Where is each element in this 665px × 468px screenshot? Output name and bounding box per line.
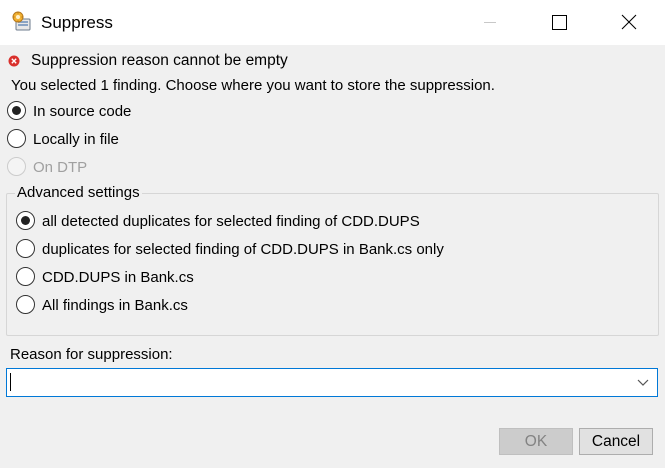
chevron-down-icon[interactable]	[636, 375, 650, 389]
window-title: Suppress	[41, 13, 113, 32]
radio-duplicates-in-bank-only[interactable]	[16, 239, 35, 258]
text-cursor	[10, 373, 11, 391]
radio-label-on-dtp: On DTP	[33, 159, 88, 176]
radio-all-detected-duplicates[interactable]	[16, 211, 35, 230]
title-bar: Suppress	[0, 0, 665, 45]
radio-all-findings-in-bank[interactable]	[16, 295, 35, 314]
minimize-icon	[484, 22, 496, 23]
maximize-icon	[552, 15, 567, 30]
close-button[interactable]	[606, 0, 652, 45]
reason-label: Reason for suppression:	[10, 346, 173, 363]
radio-on-dtp	[7, 157, 26, 176]
ok-button[interactable]: OK	[499, 428, 573, 455]
close-icon	[621, 14, 637, 30]
radio-label-cdd-dups-in-bank[interactable]: CDD.DUPS in Bank.cs	[42, 269, 194, 286]
radio-label-in-source-code[interactable]: In source code	[33, 103, 131, 120]
cancel-button[interactable]: Cancel	[579, 428, 653, 455]
suppress-app-icon	[11, 11, 33, 33]
radio-label-all-findings-in-bank[interactable]: All findings in Bank.cs	[42, 297, 188, 314]
advanced-settings-title: Advanced settings	[15, 184, 142, 201]
maximize-button[interactable]	[536, 0, 582, 45]
radio-label-duplicates-in-bank-only[interactable]: duplicates for selected finding of CDD.D…	[42, 241, 444, 258]
reason-combo[interactable]	[6, 368, 658, 397]
radio-locally-in-file[interactable]	[7, 129, 26, 148]
radio-label-all-detected-duplicates[interactable]: all detected duplicates for selected fin…	[42, 213, 420, 230]
radio-in-source-code[interactable]	[7, 101, 26, 120]
reason-input[interactable]	[10, 371, 620, 392]
radio-cdd-dups-in-bank[interactable]	[16, 267, 35, 286]
selection-info: You selected 1 finding. Choose where you…	[11, 77, 495, 94]
radio-label-locally-in-file[interactable]: Locally in file	[33, 131, 119, 148]
minimize-button[interactable]	[467, 0, 513, 45]
error-icon	[8, 54, 20, 67]
error-message: Suppression reason cannot be empty	[31, 52, 288, 69]
